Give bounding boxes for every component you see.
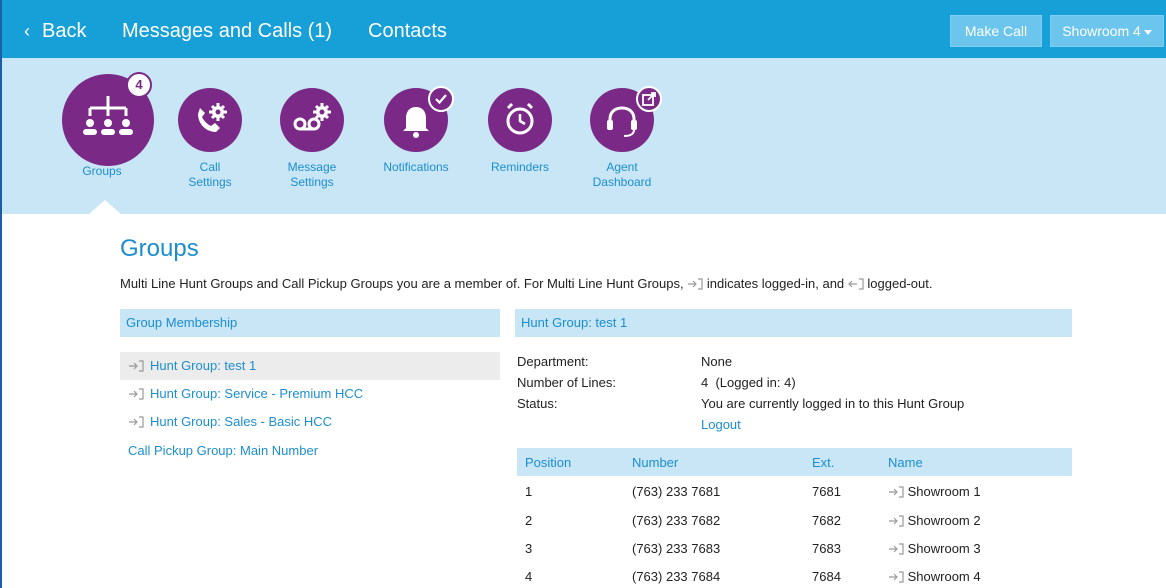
membership-item-label: Call Pickup Group: Main Number — [128, 443, 319, 458]
call-settings-nav-item[interactable]: Call Settings — [178, 88, 242, 192]
hunt-group-detail-header: Hunt Group: test 1 — [515, 309, 1072, 337]
cell-ext: 7682 — [812, 513, 841, 528]
intro-part1: Multi Line Hunt Groups and Call Pickup G… — [120, 276, 684, 291]
chevron-left-icon: ‹ — [24, 21, 30, 41]
membership-item-label: Hunt Group: test 1 — [150, 358, 257, 373]
agent-dashboard-label-line1: Agent — [606, 160, 638, 174]
notifications-label: Notifications — [383, 160, 449, 174]
cell-number: (763) 233 7682 — [632, 513, 721, 528]
membership-item-hunt-test1[interactable]: Hunt Group: test 1 — [120, 352, 500, 380]
cell-name-text: Showroom 4 — [907, 569, 981, 584]
logged-in-icon — [129, 416, 144, 428]
cell-name: Showroom 3 — [888, 541, 981, 556]
voicemail-gear-icon — [293, 103, 331, 131]
membership-item-hunt-sales[interactable]: Hunt Group: Sales - Basic HCC — [120, 408, 500, 436]
call-settings-label: Call Settings — [178, 160, 242, 190]
notifications-nav-item[interactable]: Notifications — [383, 86, 464, 178]
cell-name: Showroom 4 — [888, 569, 981, 584]
reminders-label: Reminders — [490, 160, 550, 174]
lines-table-header — [517, 448, 1072, 476]
column-header-position[interactable]: Position — [525, 455, 571, 470]
membership-item-label: Hunt Group: Service - Premium HCC — [150, 386, 364, 401]
top-bar: ‹ Back Messages and Calls (1) Contacts Ma… — [2, 0, 1166, 58]
cell-name: Showroom 2 — [888, 513, 981, 528]
cell-name: Showroom 1 — [888, 484, 981, 499]
message-settings-circle — [280, 88, 344, 152]
showroom-dropdown[interactable]: Showroom 4 — [1050, 15, 1164, 47]
department-label: Department: — [517, 354, 589, 369]
logged-in-icon — [889, 515, 904, 527]
make-call-button[interactable]: Make Call — [950, 15, 1042, 47]
group-membership-header: Group Membership — [120, 309, 500, 337]
intro-part2: indicates logged-in, and — [706, 276, 845, 291]
cell-number: (763) 233 7681 — [632, 484, 721, 499]
cell-position: 3 — [525, 541, 533, 556]
cell-ext: 7683 — [812, 541, 841, 556]
column-header-number[interactable]: Number — [632, 455, 678, 470]
tab-contacts[interactable]: Contacts — [368, 20, 447, 43]
call-settings-label-line2: Settings — [188, 175, 232, 189]
cell-ext: 7684 — [812, 569, 841, 584]
call-settings-circle — [178, 88, 242, 152]
logged-in-icon — [889, 486, 904, 498]
logged-in-icon — [889, 543, 904, 555]
cell-name-text: Showroom 1 — [907, 484, 981, 499]
status-value: You are currently logged in to this Hunt… — [701, 396, 965, 411]
cell-name-text: Showroom 2 — [907, 513, 981, 528]
logged-in-icon — [129, 388, 144, 400]
logged-in-icon — [129, 360, 144, 372]
status-label: Status: — [517, 396, 558, 411]
message-settings-nav-item[interactable]: Message Settings — [280, 88, 344, 192]
cell-position: 2 — [525, 513, 533, 528]
agent-dashboard-label-line2: Dashboard — [592, 175, 652, 189]
external-link-badge-icon — [636, 86, 662, 112]
groups-count-badge: 4 — [126, 72, 152, 98]
message-settings-label-line1: Message — [287, 160, 337, 174]
back-button[interactable]: ‹ Back — [24, 20, 86, 43]
column-header-name[interactable]: Name — [888, 455, 923, 470]
membership-item-pickup-main[interactable]: Call Pickup Group: Main Number — [120, 437, 500, 465]
intro-text: Multi Line Hunt Groups and Call Pickup G… — [120, 276, 932, 291]
check-badge-icon — [428, 86, 454, 112]
cell-number: (763) 233 7683 — [632, 541, 721, 556]
column-header-ext[interactable]: Ext. — [812, 455, 834, 470]
agent-dashboard-nav-item[interactable]: Agent Dashboard — [590, 86, 670, 192]
selected-pointer — [89, 200, 121, 214]
membership-item-label: Hunt Group: Sales - Basic HCC — [150, 414, 333, 429]
alarm-clock-icon — [506, 102, 534, 135]
showroom-label: Showroom 4 — [1062, 23, 1141, 39]
groups-label: Groups — [82, 164, 122, 178]
tab-messages-and-calls[interactable]: Messages and Calls (1) — [122, 20, 332, 43]
back-label: Back — [42, 20, 87, 42]
groups-nav-item[interactable]: 4 Groups — [62, 72, 154, 184]
number-of-lines-value: 4 (Logged in: 4) — [701, 375, 796, 390]
cell-name-text: Showroom 3 — [907, 541, 981, 556]
page-title: Groups — [120, 235, 199, 262]
cell-number: (763) 233 7684 — [632, 569, 721, 584]
intro-part3: logged-out. — [867, 276, 933, 291]
phone-gear-icon — [198, 103, 227, 132]
agent-dashboard-label: Agent Dashboard — [582, 160, 662, 190]
message-settings-label-line2: Settings — [290, 175, 334, 189]
reminders-nav-item[interactable]: Reminders — [488, 88, 552, 178]
reminders-circle — [488, 88, 552, 152]
call-settings-label-line1: Call — [199, 160, 221, 174]
cell-position: 4 — [525, 569, 533, 584]
cell-ext: 7681 — [812, 484, 841, 499]
number-of-lines-label: Number of Lines: — [517, 375, 616, 390]
caret-down-icon — [1143, 29, 1152, 35]
logged-in-icon — [688, 278, 703, 290]
department-value: None — [701, 354, 733, 369]
settings-icon-band — [2, 58, 1166, 214]
message-settings-label: Message Settings — [280, 160, 344, 190]
membership-item-hunt-service[interactable]: Hunt Group: Service - Premium HCC — [120, 380, 500, 408]
cell-position: 1 — [525, 484, 533, 499]
logged-in-icon — [889, 571, 904, 583]
logout-link[interactable]: Logout — [701, 417, 741, 432]
logged-out-icon — [847, 278, 864, 290]
